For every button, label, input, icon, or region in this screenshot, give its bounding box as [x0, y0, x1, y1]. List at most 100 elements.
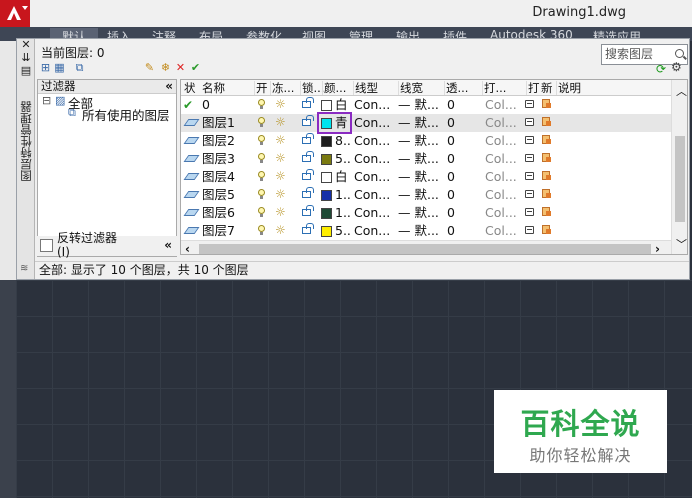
column-freeze[interactable]: 冻...	[270, 81, 294, 95]
lineweight[interactable]: — 默...	[398, 152, 439, 166]
table-row[interactable]: 图层3 ☼ 5.. Con... — 默... 0 Col...	[181, 150, 671, 168]
column-lock[interactable]: 锁...	[300, 81, 324, 95]
lightbulb-on-icon[interactable]	[258, 117, 265, 127]
color-swatch[interactable]	[321, 100, 332, 111]
properties-menu-icon[interactable]: ▤	[20, 65, 32, 77]
unlocked-icon[interactable]	[302, 223, 314, 234]
lineweight[interactable]: — 默...	[398, 116, 439, 130]
collapse-icon[interactable]: «	[164, 238, 172, 252]
scroll-up-icon[interactable]: ︿	[676, 83, 687, 99]
table-row[interactable]: 图层5 ☼ 1.. Con... — 默... 0 Col...	[181, 186, 671, 204]
new-vp-freeze-icon[interactable]	[542, 189, 551, 198]
application-menu-button[interactable]	[0, 0, 30, 27]
color-swatch[interactable]	[321, 154, 332, 165]
column-plot[interactable]: 打	[526, 81, 540, 95]
set-current-icon[interactable]: ✔	[189, 61, 202, 74]
lineweight[interactable]: — 默...	[398, 170, 439, 184]
scroll-down-icon[interactable]: ﹀	[676, 236, 687, 252]
linetype[interactable]: Con...	[354, 98, 390, 112]
scrollbar-thumb[interactable]	[675, 136, 685, 222]
lightbulb-on-icon[interactable]	[258, 171, 265, 181]
printer-icon[interactable]	[525, 190, 534, 198]
transparency[interactable]: 0	[447, 224, 455, 238]
column-on[interactable]: 开	[254, 81, 268, 95]
lineweight[interactable]: — 默...	[398, 188, 439, 202]
table-row[interactable]: 图层2 ☼ 8.. Con... — 默... 0 Col...	[181, 132, 671, 150]
lightbulb-on-icon[interactable]	[258, 189, 265, 199]
new-group-filter-icon[interactable]: ▦	[53, 61, 66, 74]
sun-thawed-icon[interactable]: ☼	[275, 97, 286, 111]
color-swatch[interactable]	[321, 136, 332, 147]
lineweight[interactable]: — 默...	[398, 134, 439, 148]
unlocked-icon[interactable]	[302, 133, 314, 144]
printer-icon[interactable]	[525, 172, 534, 180]
linetype[interactable]: Con...	[354, 206, 390, 220]
table-row[interactable]: 图层7 ☼ 5.. Con... — 默... 0 Col...	[181, 222, 671, 240]
scroll-right-icon[interactable]: ›	[655, 242, 660, 254]
linetype[interactable]: Con...	[354, 116, 390, 130]
new-property-filter-icon[interactable]: ⊞	[39, 61, 52, 74]
lineweight[interactable]: — 默...	[398, 206, 439, 220]
table-row[interactable]: 图层4 ☼ 白 Con... — 默... 0 Col...	[181, 168, 671, 186]
transparency[interactable]: 0	[447, 116, 455, 130]
linetype[interactable]: Con...	[354, 224, 390, 238]
new-vp-freeze-icon[interactable]	[542, 171, 551, 180]
new-vp-freeze-icon[interactable]	[542, 207, 551, 216]
column-new-vp-freeze[interactable]: 新	[541, 81, 553, 95]
lightbulb-on-icon[interactable]	[258, 135, 265, 145]
transparency[interactable]: 0	[447, 98, 455, 112]
sun-thawed-icon[interactable]: ☼	[275, 151, 286, 165]
transparency[interactable]: 0	[447, 152, 455, 166]
layer-states-icon[interactable]: ⧉	[73, 61, 86, 74]
column-lineweight[interactable]: 线宽	[398, 81, 423, 95]
delete-layer-icon[interactable]: ✕	[174, 61, 187, 74]
lightbulb-on-icon[interactable]	[258, 99, 265, 109]
color-swatch[interactable]	[321, 172, 332, 183]
horizontal-scrollbar[interactable]: ‹ ›	[181, 240, 671, 254]
printer-icon[interactable]	[525, 136, 534, 144]
printer-icon[interactable]	[525, 226, 534, 234]
color-swatch[interactable]	[321, 208, 332, 219]
printer-icon[interactable]	[525, 100, 534, 108]
close-icon[interactable]: ✕	[20, 39, 32, 51]
linetype[interactable]: Con...	[354, 134, 390, 148]
lightbulb-on-icon[interactable]	[258, 207, 265, 217]
printer-icon[interactable]	[525, 208, 534, 216]
sun-thawed-icon[interactable]: ☼	[275, 223, 286, 237]
transparency[interactable]: 0	[447, 134, 455, 148]
lineweight[interactable]: — 默...	[398, 98, 439, 112]
new-layer-icon[interactable]: ✎	[143, 61, 156, 74]
linetype[interactable]: Con...	[354, 152, 390, 166]
lineweight[interactable]: — 默...	[398, 224, 439, 238]
filter-used-layers[interactable]: 所有使用的图层	[82, 105, 170, 124]
unlocked-icon[interactable]	[302, 187, 314, 198]
column-transparency[interactable]: 透...	[444, 81, 468, 95]
invert-filter-checkbox[interactable]	[40, 239, 53, 252]
table-row[interactable]: 图层1 ☼ 青 Con... — 默... 0 Col...	[181, 114, 671, 132]
settings-icon[interactable]: ⚙	[671, 61, 682, 73]
new-vp-freeze-icon[interactable]	[542, 99, 551, 108]
transparency[interactable]: 0	[447, 206, 455, 220]
transparency[interactable]: 0	[447, 188, 455, 202]
unlocked-icon[interactable]	[302, 169, 314, 180]
column-name[interactable]: 名称	[202, 81, 225, 95]
scroll-left-icon[interactable]: ‹	[185, 242, 190, 254]
printer-icon[interactable]	[525, 118, 534, 126]
linetype[interactable]: Con...	[354, 188, 390, 202]
sun-thawed-icon[interactable]: ☼	[275, 133, 286, 147]
new-vp-freeze-icon[interactable]	[542, 135, 551, 144]
vertical-scrollbar[interactable]: ︿ ﹀	[671, 80, 687, 254]
tree-expand-icon[interactable]: ⊟	[42, 94, 51, 107]
new-vp-freeze-icon[interactable]	[542, 225, 551, 234]
new-vp-frozen-layer-icon[interactable]: ❄	[159, 61, 172, 74]
new-vp-freeze-icon[interactable]	[542, 117, 551, 126]
collapse-filter-pane-button[interactable]: «	[165, 80, 173, 93]
color-swatch[interactable]	[321, 226, 332, 237]
table-row[interactable]: ✔ 0 ☼ 白 Con... — 默... 0 Col...	[181, 96, 671, 114]
sun-thawed-icon[interactable]: ☼	[275, 115, 286, 129]
color-swatch[interactable]	[321, 118, 332, 129]
column-status[interactable]: 状	[184, 81, 196, 95]
unlocked-icon[interactable]	[302, 205, 314, 216]
lightbulb-on-icon[interactable]	[258, 153, 265, 163]
sun-thawed-icon[interactable]: ☼	[275, 205, 286, 219]
